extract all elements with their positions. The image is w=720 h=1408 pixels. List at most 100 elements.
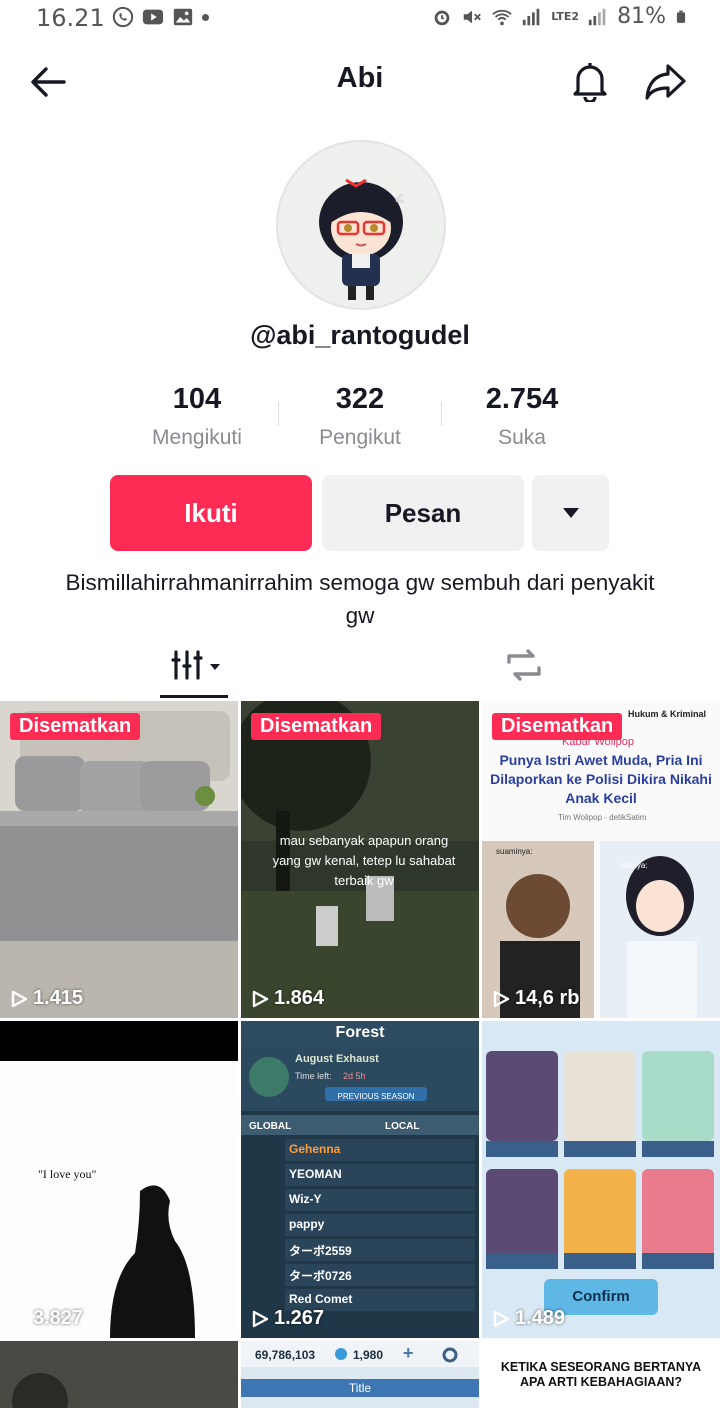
news-tag: Hukum & Kriminal <box>628 709 707 719</box>
game-time-label: Time left: <box>295 1071 332 1081</box>
gem-count: 1,980 <box>353 1348 384 1362</box>
username: @abi_rantogudel <box>250 320 470 350</box>
play-icon <box>252 1310 269 1327</box>
left-tag: suaminya: <box>496 847 533 856</box>
grid-list-icon <box>171 650 220 680</box>
video-caption: mau sebanyak apapun orang yang gw kenal,… <box>272 833 456 888</box>
coin-count: 69,786,103 <box>255 1348 316 1362</box>
video-thumbnail[interactable]: Disematkan Hukum & Kriminal Kabar Wolipo… <box>482 701 720 1018</box>
meme-text: KETIKA SESEORANG BERTANYA APA ARTI KEBAH… <box>500 1360 702 1389</box>
leaderboard-player: YEOMAN <box>289 1167 342 1181</box>
repost-icon[interactable] <box>503 644 545 686</box>
mute-icon <box>463 10 482 23</box>
view-count: 1.415 <box>10 987 83 1010</box>
stat-followers-value: 322 <box>335 383 385 415</box>
confirm-label: Confirm <box>572 1288 630 1305</box>
leaderboard-player: ターボ0726 <box>289 1269 352 1283</box>
stat-following[interactable]: 104 Mengikuti <box>112 383 282 450</box>
view-count-value: 1.489 <box>515 1307 566 1329</box>
pinned-badge: Disematkan <box>10 713 141 740</box>
avatar-anime-character <box>319 178 405 300</box>
dot-icon <box>202 13 209 21</box>
stat-followers-label: Pengikut <box>319 426 401 449</box>
battery-percent: 81% <box>617 4 666 29</box>
dark-scene-image <box>0 1341 238 1408</box>
stat-following-label: Mengikuti <box>152 426 242 449</box>
bed-image <box>0 701 238 1018</box>
lte-label: LTE2 <box>551 10 580 23</box>
leaderboard-player: pappy <box>289 1217 325 1231</box>
play-icon <box>11 1310 28 1327</box>
page-title: Abi <box>336 62 384 94</box>
stat-followers[interactable]: 322 Pengikut <box>275 383 445 450</box>
game-tab-local: LOCAL <box>385 1121 420 1132</box>
view-count-value: 1.864 <box>274 987 325 1009</box>
tab-videos[interactable] <box>160 638 228 698</box>
status-bar: 16.21 LTE2 81% <box>0 0 720 34</box>
plus-icon: + <box>403 1343 414 1363</box>
signal-icon <box>523 8 540 25</box>
view-count: 3.827 <box>10 1307 83 1330</box>
profile-tabs <box>0 638 720 698</box>
video-thumbnail[interactable]: Disematkan 1.415 <box>0 701 238 1018</box>
alarm-icon <box>434 10 450 25</box>
title-bar: Title <box>348 1381 372 1395</box>
video-thumbnail[interactable]: "I love you" 3.827 <box>0 1021 238 1338</box>
game-title: Forest <box>335 1024 385 1041</box>
status-time: 16.21 <box>36 4 105 32</box>
signal-2-icon <box>588 8 606 25</box>
video-thumbnail[interactable]: KETIKA SESEORANG BERTANYA APA ARTI KEBAH… <box>482 1341 720 1408</box>
leaderboard-player: ターボ2559 <box>289 1244 352 1258</box>
video-grid: Disematkan 1.415 Disematkan mau sebanyak… <box>0 701 720 1408</box>
video-thumbnail[interactable] <box>0 1341 238 1408</box>
caret-down-icon <box>562 508 579 518</box>
stat-likes-value: 2.754 <box>485 383 559 415</box>
video-thumbnail[interactable]: Forest August Exhaust Time left: 2d 5h P… <box>241 1021 479 1338</box>
stat-likes[interactable]: 2.754 Suka <box>437 383 607 450</box>
play-icon <box>252 990 269 1007</box>
silhouette-image <box>0 1021 238 1338</box>
avatar[interactable] <box>276 140 446 310</box>
play-icon <box>11 990 28 1007</box>
play-icon <box>493 990 510 1007</box>
video-thumbnail[interactable]: Confirm 1.489 <box>482 1021 720 1338</box>
news-headline: Punya Istri Awet Muda, Pria Ini Dilapork… <box>490 752 712 806</box>
view-count-value: 3.827 <box>33 1307 84 1329</box>
news-byline: Tim Wolipop - detikSatim <box>558 813 647 822</box>
more-dropdown-button[interactable] <box>532 475 609 551</box>
stat-following-value: 104 <box>172 383 222 415</box>
news-source: Kabar Wolipop <box>562 736 634 748</box>
message-button[interactable]: Pesan <box>322 475 524 551</box>
view-count-value: 14,6 rb <box>515 987 580 1009</box>
video-thumbnail[interactable]: 69,786,103 1,980 + Title <box>241 1341 479 1408</box>
follow-button[interactable]: Ikuti <box>110 475 312 551</box>
view-count: 1.489 <box>492 1307 565 1330</box>
video-quote: "I love you" <box>38 1167 97 1181</box>
game-previous-season: PREVIOUS SEASON <box>337 1092 415 1101</box>
view-count: 1.267 <box>251 1307 324 1330</box>
share-icon[interactable] <box>644 62 688 102</box>
battery-icon <box>676 10 686 23</box>
gear-icon <box>442 1347 458 1363</box>
right-tag: istrinya: <box>620 861 648 870</box>
game-time-value: 2d 5h <box>343 1071 366 1081</box>
view-count-value: 1.415 <box>33 987 84 1009</box>
top-bar: Abi <box>0 50 720 110</box>
youtube-icon <box>142 9 164 25</box>
pinned-badge: Disematkan <box>251 713 382 740</box>
bell-icon[interactable] <box>570 60 610 102</box>
view-count: 1.864 <box>251 987 324 1010</box>
bio: Bismillahirrahmanirrahim semoga gw sembu… <box>65 570 655 628</box>
view-count: 14,6 rb <box>492 987 579 1010</box>
whatsapp-icon <box>112 6 134 28</box>
leaderboard-player: Wiz-Y <box>289 1192 322 1206</box>
view-count-value: 1.267 <box>274 1307 325 1329</box>
game-tab-global: GLOBAL <box>249 1121 292 1132</box>
stat-likes-label: Suka <box>498 426 546 449</box>
video-thumbnail[interactable]: Disematkan mau sebanyak apapun orang yan… <box>241 701 479 1018</box>
news-image <box>482 701 720 1018</box>
play-icon <box>493 1310 510 1327</box>
tab-underline <box>160 695 228 698</box>
gallery-icon <box>173 8 193 26</box>
wifi-icon <box>492 9 512 25</box>
